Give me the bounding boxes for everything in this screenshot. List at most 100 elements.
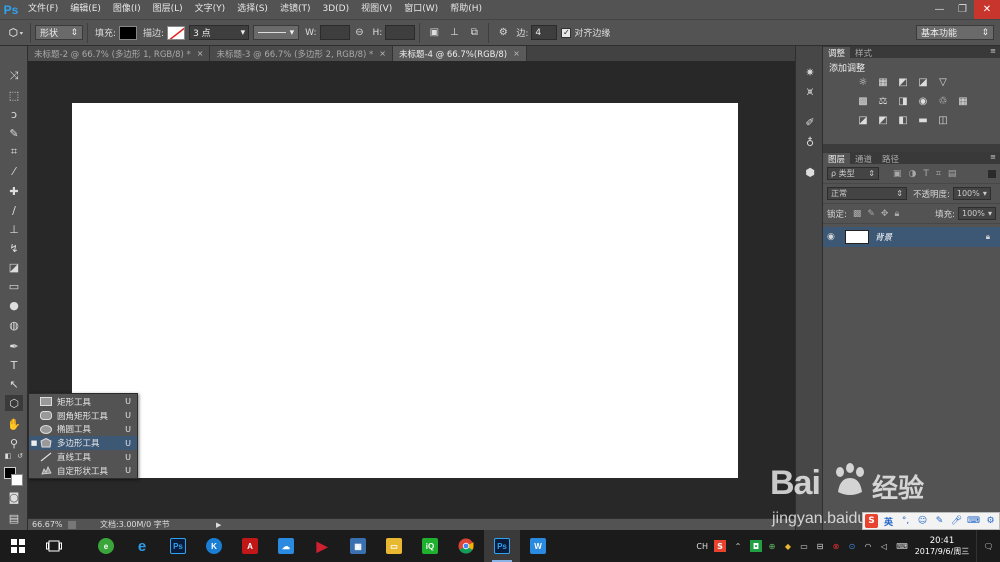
filter-toggle-icon[interactable]	[988, 169, 996, 178]
panel-menu-icon[interactable]: ≡	[990, 153, 996, 161]
sogou-tray-icon[interactable]: S	[714, 540, 726, 552]
quick-select-tool-icon[interactable]: ✎	[5, 125, 23, 141]
invert-icon[interactable]: ◪	[856, 114, 870, 127]
link-icon[interactable]: ⊖	[352, 25, 368, 41]
clock[interactable]: 20:41 2017/9/6/周三	[912, 536, 972, 557]
panel-menu-icon[interactable]: ≡	[990, 47, 996, 55]
exposure-icon[interactable]: ◪	[916, 76, 930, 89]
antivirus-tray-icon[interactable]: ⊗	[830, 540, 842, 552]
color-balance-icon[interactable]: ⚖	[876, 95, 890, 108]
taskbar-app-wps[interactable]: W	[520, 530, 556, 562]
status-menu-arrow-icon[interactable]: ▶	[216, 521, 221, 529]
network-tray-icon[interactable]: ⊙	[846, 540, 858, 552]
tab-channels[interactable]: 通道	[850, 153, 877, 165]
workspace-select[interactable]: 基本功能 ⇕	[916, 25, 994, 40]
task-view-button[interactable]	[36, 530, 72, 562]
skin-icon[interactable]: ✎	[933, 514, 946, 528]
fill-swatch[interactable]	[119, 25, 138, 40]
type-tool-icon[interactable]: T	[5, 357, 23, 373]
tab-styles[interactable]: 样式	[850, 47, 877, 59]
navigator-icon[interactable]: ✷	[802, 64, 818, 80]
input-language[interactable]: CH	[696, 542, 708, 551]
visibility-eye-icon[interactable]: ◉	[827, 232, 841, 242]
selective-color-icon[interactable]: ◫	[936, 114, 950, 127]
gradient-map-icon[interactable]: ▬	[916, 114, 930, 127]
mode-select[interactable]: 形状 ⇕	[35, 25, 83, 40]
taskbar-app-ie[interactable]: e	[124, 530, 160, 562]
lasso-tool-icon[interactable]: ↄ	[5, 106, 23, 122]
tab-adjustments[interactable]: 调整	[823, 47, 851, 59]
tool-preset-icon[interactable]	[8, 25, 24, 41]
menu-window[interactable]: 窗口(W)	[398, 0, 444, 19]
taskbar-app-video[interactable]: ▦	[340, 530, 376, 562]
close-icon[interactable]: ×	[513, 49, 520, 58]
quick-mask-icon[interactable]: ◙	[5, 489, 23, 505]
taskbar-app-acrobat[interactable]: A	[232, 530, 268, 562]
opacity-field[interactable]: 100% ▾	[952, 187, 991, 200]
stroke-size-field[interactable]: 3 点 ▾	[189, 25, 250, 40]
menu-image[interactable]: 图像(I)	[107, 0, 147, 19]
width-field[interactable]	[319, 25, 350, 40]
menu-edit[interactable]: 编辑(E)	[64, 0, 107, 19]
3d-panel-icon[interactable]: ⬢	[802, 164, 818, 180]
lock-icons[interactable]: ▩✎✥🔒︎	[853, 209, 905, 219]
keyboard-icon[interactable]: ⌨	[894, 540, 910, 552]
path-operations-icon[interactable]: ▣	[426, 25, 442, 41]
channel-mixer-icon[interactable]: ♲	[936, 95, 950, 108]
restore-button[interactable]: ❐	[951, 0, 974, 19]
background-color-swatch[interactable]	[11, 474, 23, 486]
layer-filter-select[interactable]: ρ 类型 ⇕	[827, 167, 879, 180]
healing-brush-tool-icon[interactable]: ✚	[5, 183, 23, 199]
canvas-area[interactable]	[28, 61, 795, 518]
tab-document-3[interactable]: 未标题-3 @ 66.7% (多边形 2, RGB/8) * ×	[210, 46, 393, 61]
volume-icon[interactable]: ◁	[878, 540, 890, 552]
layer-row-background[interactable]: ◉ 背景 🔒︎	[823, 227, 1000, 247]
emoji-icon[interactable]: ☺	[916, 514, 929, 528]
marquee-tool-icon[interactable]: ⬚	[5, 87, 23, 103]
ime-language-toggle[interactable]: 英	[882, 514, 895, 528]
stroke-swatch[interactable]	[167, 25, 186, 40]
hand-tool-icon[interactable]: ✋	[5, 416, 23, 432]
swap-colors-icon[interactable]: ↺	[15, 451, 25, 461]
align-edges-checkbox[interactable]: ✓	[561, 27, 572, 38]
close-button[interactable]: ✕	[974, 0, 1000, 19]
taskbar-app-k[interactable]: K	[196, 530, 232, 562]
wechat-tray-icon[interactable]: ◘	[750, 540, 762, 552]
clone-stamp-tool-icon[interactable]: ⊥	[5, 221, 23, 237]
menu-view[interactable]: 视图(V)	[355, 0, 398, 19]
sogou-logo-icon[interactable]: S	[865, 514, 878, 528]
voice-icon[interactable]: 🎤︎	[950, 514, 963, 528]
gear-icon[interactable]: ⚙	[495, 25, 511, 41]
notification-icon[interactable]: 🗨︎	[976, 530, 1000, 562]
battery-icon[interactable]: ▭	[798, 540, 810, 552]
tab-document-2[interactable]: 未标题-2 @ 66.7% (多边形 1, RGB/8) * ×	[28, 46, 211, 61]
close-icon[interactable]: ×	[379, 49, 386, 58]
blend-mode-select[interactable]: 正常 ⇕	[827, 187, 907, 200]
start-button[interactable]	[0, 530, 36, 562]
stroke-type-select[interactable]: ▾	[253, 25, 300, 40]
close-icon[interactable]: ×	[197, 49, 204, 58]
brightness-icon[interactable]: ☼	[856, 76, 870, 89]
layer-filter-icons[interactable]: ▣◑T⌗▤	[893, 169, 963, 179]
black-white-icon[interactable]: ◨	[896, 95, 910, 108]
eyedropper-tool-icon[interactable]: ⁄	[5, 163, 23, 179]
punctuation-icon[interactable]: °,	[899, 514, 912, 528]
menu-file[interactable]: 文件(F)	[22, 0, 64, 19]
path-arrangement-icon[interactable]: ⧉	[466, 25, 482, 41]
threshold-icon[interactable]: ◧	[896, 114, 910, 127]
history-brush-tool-icon[interactable]: ↯	[5, 240, 23, 256]
sides-field[interactable]: 4	[531, 25, 558, 40]
minimize-button[interactable]: —	[928, 0, 951, 19]
dodge-tool-icon[interactable]: ◍	[5, 317, 23, 333]
taskbar-app-iqiyi[interactable]: iQ	[412, 530, 448, 562]
taskbar-app-360-browser[interactable]: e	[88, 530, 124, 562]
document-canvas[interactable]	[72, 103, 738, 478]
menu-layer[interactable]: 图层(L)	[147, 0, 189, 19]
taskbar-app-photoshop-1[interactable]: Ps	[160, 530, 196, 562]
tab-layers[interactable]: 图层	[823, 153, 851, 165]
ime-tools-icon[interactable]: ⚙	[984, 514, 997, 528]
clone-source-icon[interactable]: ♁	[802, 134, 818, 150]
taskbar-app-explorer[interactable]: ▭	[376, 530, 412, 562]
path-select-tool-icon[interactable]: ↖	[5, 376, 23, 392]
taskbar-app-player[interactable]: ▶	[304, 530, 340, 562]
